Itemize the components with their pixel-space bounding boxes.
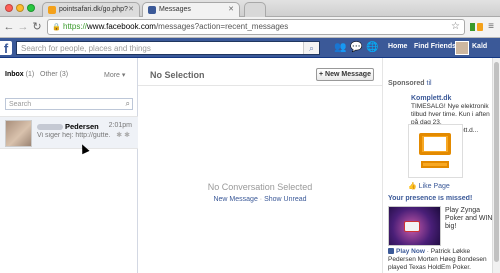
reload-icon[interactable]: ↻ <box>30 20 44 34</box>
sponsored-label: Sponsored <box>388 80 425 87</box>
ads-sidebar: Sponsored til Komplett.dk TIMESALG! Nye … <box>382 58 492 273</box>
empty-state-actions: New Message · Show Unread <box>138 196 382 203</box>
back-icon[interactable]: ← <box>2 20 16 34</box>
thread-actions-icon[interactable]: ✱✱ <box>116 131 132 139</box>
new-tab-button[interactable] <box>244 2 266 18</box>
conversation-header: No Selection + New Message <box>138 58 382 86</box>
computer-ad-image[interactable] <box>408 124 463 178</box>
monitor-screen <box>424 137 446 151</box>
facebook-search-input[interactable]: Search for people, places and things ⌕ <box>16 41 320 55</box>
bookmark-star-icon[interactable]: ☆ <box>451 21 460 32</box>
new-message-button[interactable]: + New Message <box>316 68 374 81</box>
ad-social-context: Play Now · Patrick Løkke Pedersen Morten… <box>388 248 493 272</box>
other-folder-count: (3) <box>59 71 69 78</box>
empty-state-title: No Conversation Selected <box>207 182 313 192</box>
thread-sender: Pedersen <box>37 122 99 131</box>
browser-toolbar: ← → ↻ 🔒 https://www.facebook.com/message… <box>0 17 500 38</box>
other-folder-label[interactable]: Other <box>40 71 58 78</box>
facebook-logo-icon[interactable]: f <box>0 41 12 56</box>
inbox-search-placeholder: Search <box>9 101 32 108</box>
ad-title[interactable]: Your presence is missed! <box>388 195 493 202</box>
close-tab-icon[interactable]: ✕ <box>128 5 134 13</box>
search-icon[interactable]: ⌕ <box>303 42 319 54</box>
tab-label: pointsafari.dk/go.php? <box>59 6 128 13</box>
thread-snippet: Vi siger hej: http://gutte... <box>37 132 111 139</box>
poker-ad-image[interactable] <box>388 206 441 246</box>
close-tab-icon[interactable]: ✕ <box>228 5 234 13</box>
browser-tab-messages[interactable]: Messages ✕ <box>142 2 240 18</box>
conversation-list-item[interactable]: Pedersen 2:01pm Vi siger hej: http://gut… <box>0 116 138 149</box>
show-unread-link[interactable]: Show Unread <box>264 196 306 203</box>
browser-tab-pointsafari[interactable]: pointsafari.dk/go.php? ✕ <box>42 2 140 18</box>
url-path: /messages?action=recent_messages <box>155 22 289 31</box>
home-link[interactable]: Home <box>388 43 407 50</box>
close-window-icon[interactable] <box>5 4 13 12</box>
more-dropdown[interactable]: More ▾ <box>104 71 125 79</box>
inbox-folder-count: (1) <box>25 71 35 78</box>
menu-icon[interactable]: ≡ <box>484 20 498 34</box>
redacted-name <box>37 124 63 131</box>
search-placeholder: Search for people, places and things <box>21 44 151 53</box>
thread-time: 2:01pm <box>108 122 132 129</box>
find-friends-link[interactable]: Find Friends <box>414 43 456 50</box>
lock-icon: 🔒 <box>52 24 61 31</box>
thread-sender-name: Pedersen <box>65 122 99 131</box>
forward-icon[interactable]: → <box>16 20 30 34</box>
zoom-window-icon[interactable] <box>27 4 35 12</box>
inbox-sidebar: Inbox (1) Other (3) More ▾ Search ⌕ Pede… <box>0 58 138 273</box>
sponsored-suffix[interactable]: til <box>427 80 432 87</box>
poker-chip-icon <box>404 221 420 232</box>
messages-icon[interactable]: 💬 <box>350 42 362 54</box>
url-host: www.facebook.com <box>87 22 156 31</box>
thread-avatar <box>5 120 32 147</box>
play-now-link[interactable]: Play Now <box>396 248 425 255</box>
scrollbar-thumb[interactable] <box>494 62 499 262</box>
minimize-window-icon[interactable] <box>16 4 24 12</box>
notifications-icon[interactable]: 🌐 <box>366 42 378 54</box>
zynga-app-icon <box>388 248 394 255</box>
search-icon: ⌕ <box>125 99 130 108</box>
tab-label: Messages <box>159 6 191 13</box>
url-scheme: https:// <box>63 22 88 31</box>
folder-tabs: Inbox (1) Other (3) <box>5 71 68 78</box>
new-message-link[interactable]: New Message <box>213 196 257 203</box>
ad-text: Play Zynga Poker and WIN big! <box>445 207 493 230</box>
pointsafari-favicon-icon <box>48 6 56 14</box>
conversation-title: No Selection <box>150 70 205 80</box>
user-name-link[interactable]: Kald <box>472 43 487 50</box>
address-bar[interactable]: 🔒 https://www.facebook.com/messages?acti… <box>47 19 465 35</box>
friend-requests-icon[interactable]: 👥 <box>334 42 346 54</box>
thumbs-up-icon: 👍 <box>408 183 417 190</box>
keyboard-icon <box>421 161 449 168</box>
separator: · <box>259 196 263 203</box>
browser-tab-bar: pointsafari.dk/go.php? ✕ Messages ✕ <box>0 0 500 18</box>
facebook-header: f Search for people, places and things ⌕… <box>0 38 500 58</box>
page-scrollbar[interactable] <box>492 58 500 273</box>
conversation-pane: No Selection + New Message No Conversati… <box>138 58 382 273</box>
signal-icon[interactable] <box>470 23 475 31</box>
like-page-label: Like Page <box>418 183 450 190</box>
inbox-search-input[interactable]: Search ⌕ <box>5 98 133 110</box>
extension-icon[interactable] <box>477 23 483 31</box>
like-page-link[interactable]: 👍 Like Page <box>408 182 450 190</box>
user-avatar[interactable] <box>455 41 469 55</box>
facebook-favicon-icon <box>148 6 156 14</box>
inbox-folder-label[interactable]: Inbox <box>5 71 24 78</box>
ad-title[interactable]: Komplett.dk <box>411 95 451 102</box>
sponsored-heading: Sponsored til <box>388 80 432 87</box>
